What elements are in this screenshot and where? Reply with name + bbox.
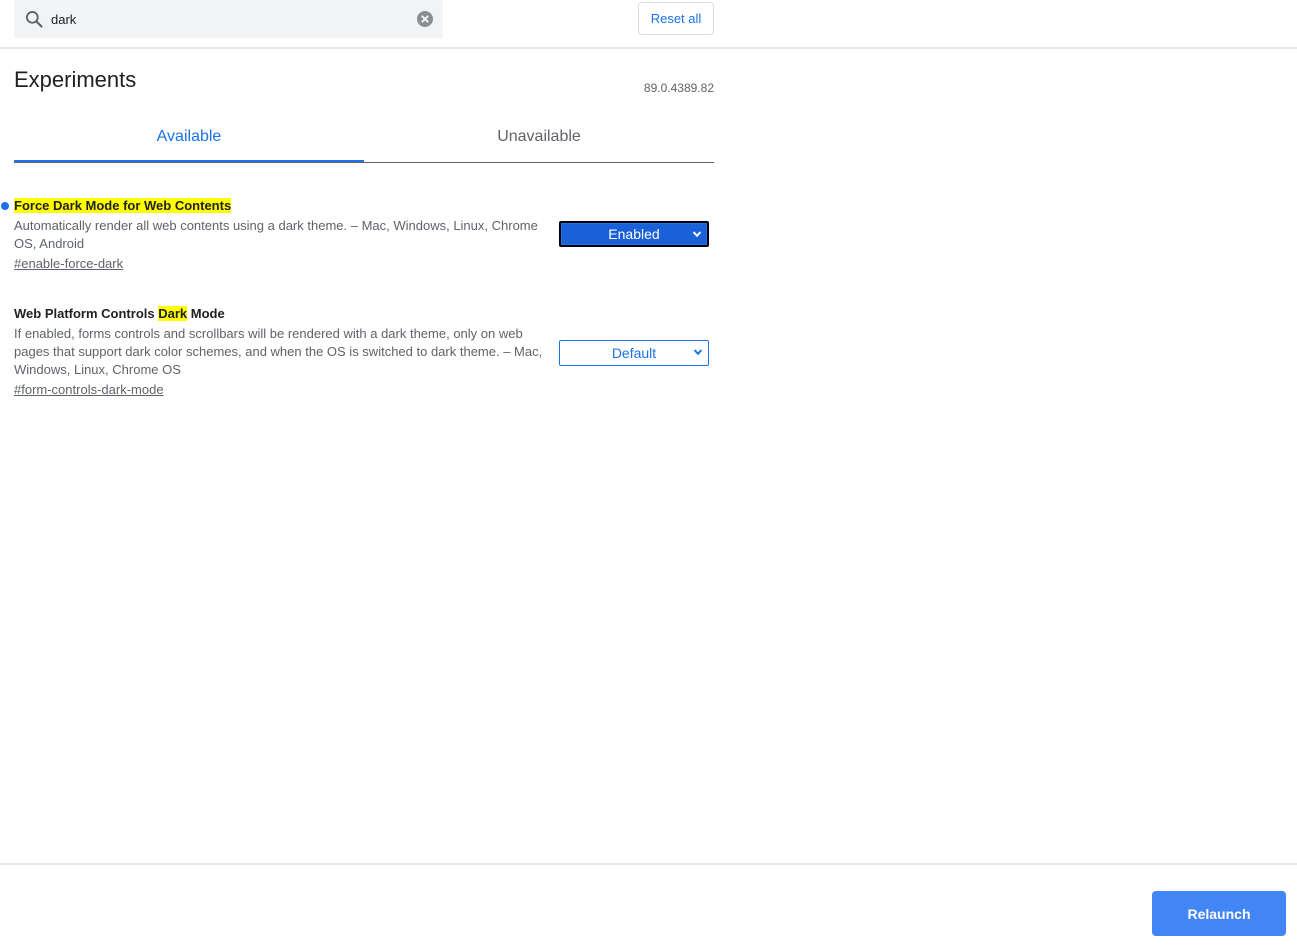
version-label: 89.0.4389.82 — [643, 81, 714, 95]
experiment-name: Force Dark Mode for Web Contents — [14, 196, 714, 215]
chevron-down-icon — [693, 349, 703, 356]
experiment-description: Automatically render all web contents us… — [14, 218, 538, 251]
tab-available[interactable]: Available — [14, 115, 364, 162]
chevron-down-icon — [692, 231, 702, 238]
select-value: Enabled — [608, 226, 660, 242]
tab-unavailable[interactable]: Unavailable — [364, 115, 714, 161]
clear-icon[interactable] — [416, 10, 434, 28]
experiment-permalink[interactable]: #form-controls-dark-mode — [14, 381, 164, 399]
experiment-name-after: Mode — [187, 306, 225, 321]
reset-all-button[interactable]: Reset all — [638, 2, 714, 35]
search-input[interactable] — [51, 9, 411, 29]
experiment-name-before: Web Platform Controls — [14, 306, 159, 321]
footer: Relaunch — [0, 863, 1297, 946]
search-icon — [26, 11, 43, 28]
experiment-state-select[interactable]: Enabled — [559, 221, 709, 247]
experiment-permalink[interactable]: #enable-force-dark — [14, 255, 123, 273]
experiment-name-highlight: Dark — [158, 306, 188, 321]
tab-bar: Available Unavailable — [14, 115, 714, 163]
relaunch-button[interactable]: Relaunch — [1152, 891, 1286, 936]
page-title: Experiments — [14, 67, 137, 92]
experiment-name: Web Platform Controls Dark Mode — [14, 304, 714, 323]
header: Reset all — [0, 0, 1297, 49]
search-box[interactable] — [14, 0, 443, 38]
experiment-description: If enabled, forms controls and scrollbar… — [14, 326, 543, 377]
modified-indicator — [1, 202, 9, 210]
select-value: Default — [611, 345, 657, 361]
experiment-state-select[interactable]: Default — [559, 340, 709, 366]
experiment-name-text: Force Dark Mode for Web Contents — [14, 198, 232, 213]
